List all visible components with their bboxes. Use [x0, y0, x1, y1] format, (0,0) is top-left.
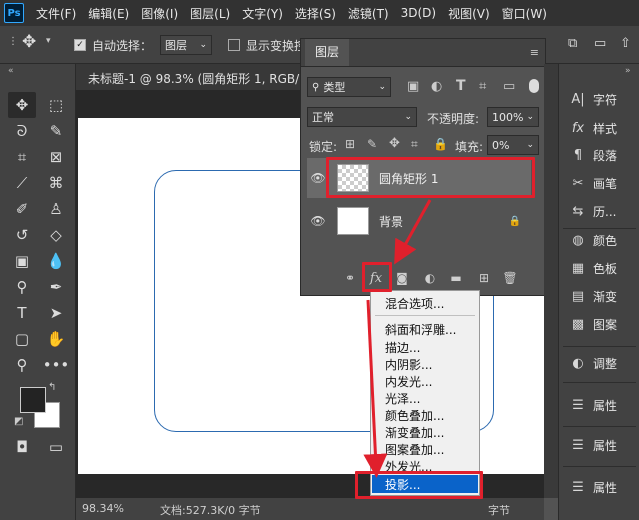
arrow-to-fx-button	[394, 199, 432, 265]
arrow-to-drop-shadow	[363, 299, 388, 478]
annotation-arrows	[363, 199, 432, 478]
